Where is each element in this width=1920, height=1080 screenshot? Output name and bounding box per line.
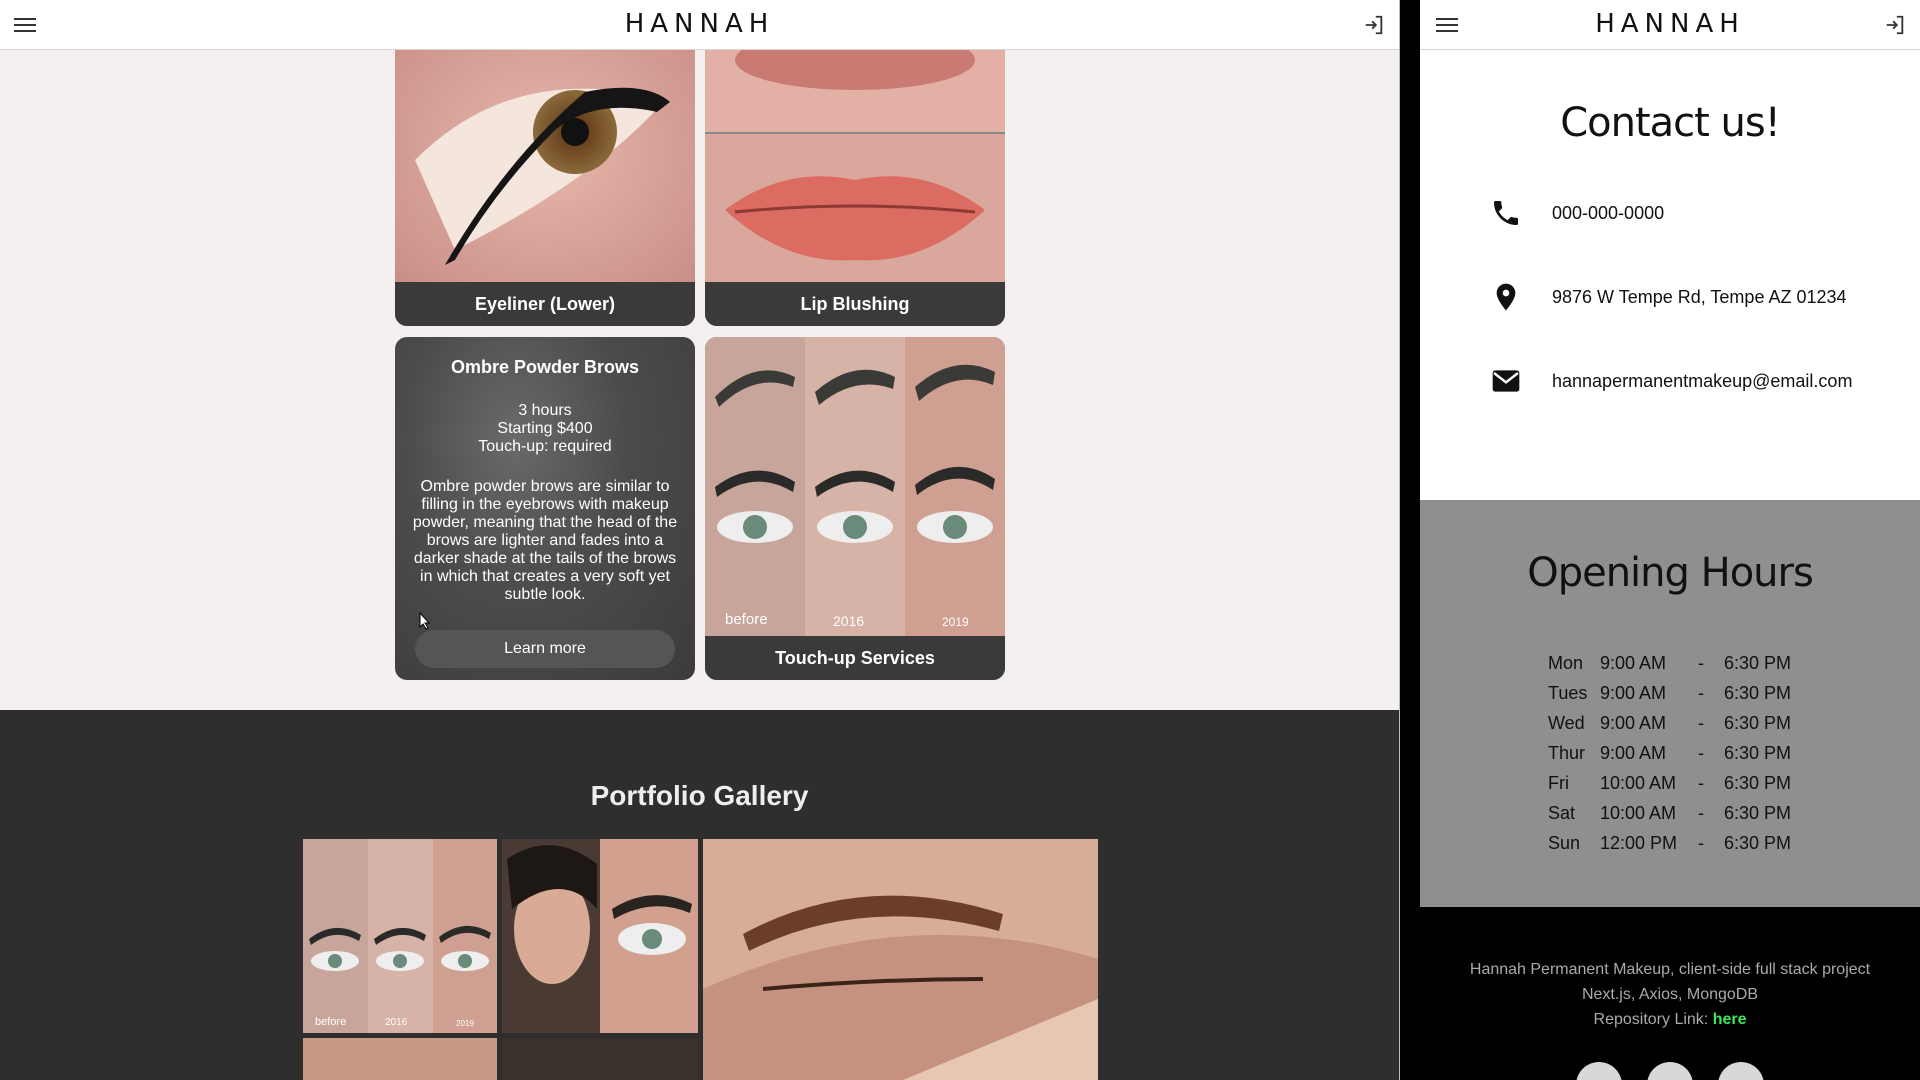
email-address[interactable]: hannapermanentmakeup@email.com — [1552, 371, 1852, 392]
top-navbar: HANNAH — [1420, 0, 1920, 50]
hours-open: 10:00 AM — [1600, 802, 1677, 823]
hours-separator: - — [1698, 832, 1704, 853]
hours-row: Thur 9:00 AM -6:30 PM — [1548, 738, 1794, 768]
social-icon-2[interactable] — [1647, 1062, 1693, 1080]
learn-more-button[interactable]: Learn more — [415, 630, 675, 668]
login-icon[interactable] — [1884, 14, 1906, 36]
hours-row: Mon 9:00 AM -6:30 PM — [1548, 648, 1794, 678]
hours-row: Tues 9:00 AM -6:30 PM — [1548, 678, 1794, 708]
login-icon[interactable] — [1363, 14, 1385, 36]
hours-day: Sat — [1548, 802, 1576, 823]
gallery-image-2[interactable] — [502, 839, 698, 1033]
hours-open: 10:00 AM — [1600, 772, 1677, 793]
contact-title: Contact us! — [1560, 100, 1781, 146]
hours-close: 6:30 PM — [1724, 832, 1792, 853]
repo-link[interactable]: here — [1713, 1011, 1747, 1028]
contact-phone-row: 000-000-0000 — [1490, 197, 1664, 229]
hours-close: 6:30 PM — [1724, 742, 1792, 763]
gallery-label-2016: 2016 — [385, 1017, 408, 1028]
gallery-image-1[interactable]: before 2016 2019 — [303, 839, 497, 1033]
photo-label-2019: 2019 — [942, 615, 969, 629]
top-navbar: HANNAH — [0, 0, 1399, 50]
eyeliner-photo — [395, 20, 695, 282]
card-description: Ombre powder brows are similar to fillin… — [412, 478, 678, 603]
hours-day: Fri — [1548, 772, 1569, 793]
hours-open: 12:00 PM — [1600, 832, 1678, 853]
hours-close: 6:30 PM — [1724, 682, 1792, 703]
footer-tech-stack: Next.js, Axios, MongoDB — [1581, 986, 1759, 1003]
footer: Hannah Permanent Makeup, client-side ful… — [1420, 907, 1920, 1080]
phone-number[interactable]: 000-000-0000 — [1552, 203, 1664, 224]
hours-close: 6:30 PM — [1724, 712, 1792, 733]
portfolio-section — [0, 710, 1399, 1080]
brand-logo[interactable]: HANNAH — [0, 9, 1399, 39]
gallery-label-before: before — [315, 1016, 347, 1028]
hours-day: Thur — [1548, 742, 1586, 763]
hours-day: Tues — [1548, 682, 1588, 703]
hours-separator: - — [1698, 802, 1704, 823]
hours-close: 6:30 PM — [1724, 652, 1792, 673]
hours-row: Sat 10:00 AM -6:30 PM — [1548, 798, 1794, 828]
hours-close: 6:30 PM — [1724, 772, 1792, 793]
hours-day: Wed — [1548, 712, 1585, 733]
hours-row: Wed 9:00 AM -6:30 PM — [1548, 708, 1794, 738]
service-card-touch-up[interactable]: before 2016 2019 Touch-up Services — [705, 337, 1005, 680]
social-icon-3[interactable] — [1718, 1062, 1764, 1080]
opening-hours-section: Opening Hours Mon 9:00 AM -6:30 PM Tues 9:00… — [1420, 500, 1920, 907]
contact-address-row: 9876 W Tempe Rd, Tempe AZ 01234 — [1490, 281, 1847, 313]
card-title: Touch-up Services — [705, 636, 1005, 680]
card-price: Starting $400 — [497, 420, 593, 437]
phone-icon — [1494, 201, 1518, 225]
main-browser-window: HANNAH Eyeliner (Lower) Lip Blushing Omb… — [0, 0, 1400, 1080]
hours-separator: - — [1698, 772, 1704, 793]
email-icon — [1492, 370, 1520, 392]
repo-label: Repository Link: — [1593, 1011, 1709, 1028]
hours-close: 6:30 PM — [1724, 802, 1792, 823]
contact-email-row: hannapermanentmakeup@email.com — [1490, 365, 1852, 397]
service-card-ombre-powder-brows[interactable]: Ombre Powder Brows 3 hours Starting $400… — [395, 337, 695, 680]
brand-logo[interactable]: HANNAH — [1420, 9, 1920, 39]
contact-browser-window: HANNAH Contact us! 000-000-0000 9876 W T… — [1420, 0, 1920, 1080]
hours-title: Opening Hours — [1527, 550, 1814, 596]
gallery-image-4[interactable] — [303, 1038, 497, 1080]
card-touchup: Touch-up: required — [478, 438, 612, 455]
gallery-image-3[interactable] — [703, 839, 1098, 1080]
hours-open: 9:00 AM — [1600, 682, 1667, 703]
touchup-photo — [705, 337, 1005, 636]
address[interactable]: 9876 W Tempe Rd, Tempe AZ 01234 — [1552, 287, 1847, 308]
photo-label-2016: 2016 — [833, 613, 865, 629]
hours-open: 9:00 AM — [1600, 712, 1667, 733]
hours-separator: - — [1698, 652, 1704, 673]
service-card-lip-blushing[interactable]: Lip Blushing — [705, 20, 1005, 326]
card-title: Lip Blushing — [705, 282, 1005, 326]
hours-separator: - — [1698, 742, 1704, 763]
hours-row: Fri 10:00 AM -6:30 PM — [1548, 768, 1794, 798]
footer-description: Hannah Permanent Makeup, client-side ful… — [1469, 961, 1871, 978]
service-card-eyeliner[interactable]: Eyeliner (Lower) — [395, 20, 695, 326]
hours-separator: - — [1698, 682, 1704, 703]
card-duration: 3 hours — [518, 402, 572, 419]
photo-label-before: before — [725, 611, 768, 628]
portfolio-title: Portfolio Gallery — [590, 780, 809, 811]
hours-day: Mon — [1548, 652, 1584, 673]
hours-open: 9:00 AM — [1600, 652, 1667, 673]
mouse-cursor-icon — [419, 612, 431, 630]
hours-row: Sun 12:00 PM -6:30 PM — [1548, 828, 1794, 858]
location-pin-icon — [1496, 283, 1516, 311]
card-title: Eyeliner (Lower) — [395, 282, 695, 326]
hours-open: 9:00 AM — [1600, 742, 1667, 763]
card-title: Ombre Powder Brows — [450, 357, 640, 377]
hours-separator: - — [1698, 712, 1704, 733]
social-icon-1[interactable] — [1576, 1062, 1622, 1080]
hours-table: Mon 9:00 AM -6:30 PM Tues 9:00 AM -6:30 PM Wed… — [1548, 648, 1794, 858]
hours-day: Sun — [1548, 832, 1581, 853]
gallery-label-2019: 2019 — [456, 1019, 474, 1028]
gallery-image-5[interactable] — [502, 1038, 698, 1080]
lip-photo — [705, 20, 1005, 282]
